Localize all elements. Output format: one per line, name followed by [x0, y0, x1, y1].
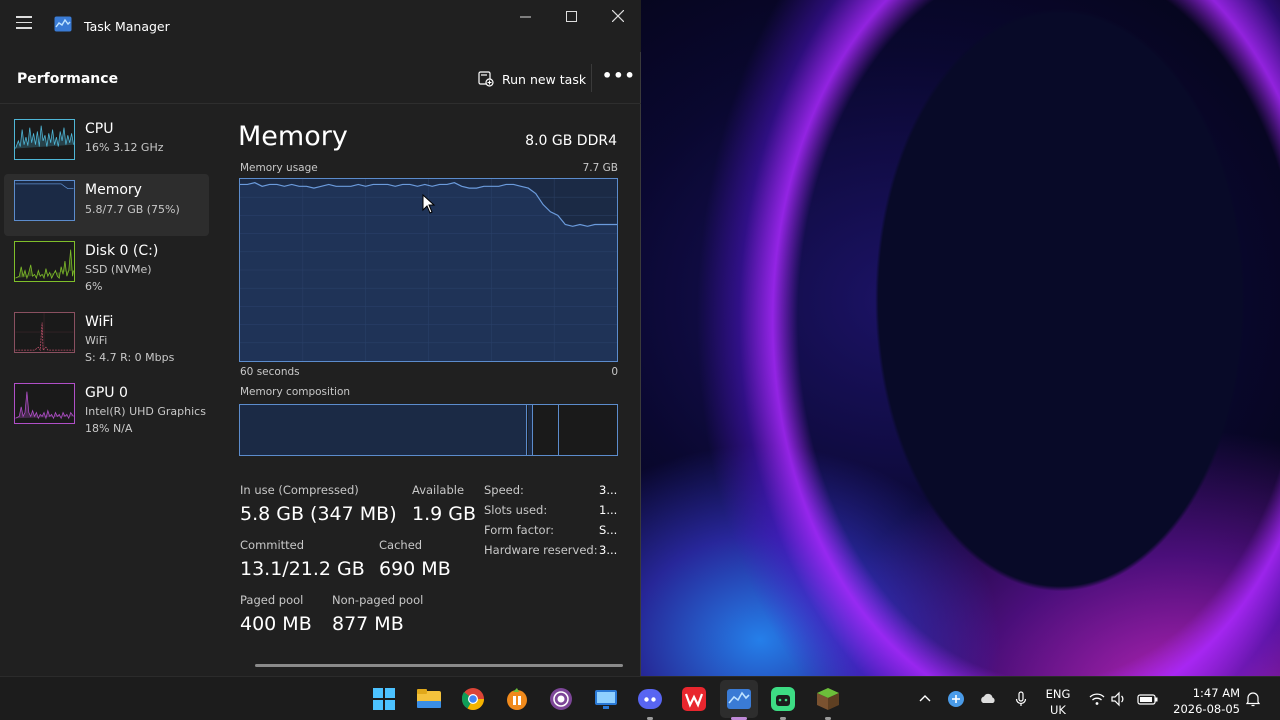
committed-label: Committed	[240, 538, 305, 552]
run-task-icon	[478, 71, 494, 87]
more-options-button[interactable]: •••	[602, 66, 635, 88]
sidebar-item-gpu[interactable]: GPU 0 Intel(R) UHD Graphics 18% N/A	[4, 377, 209, 439]
sidebar-item-disk[interactable]: Disk 0 (C:) SSD (NVMe) 6%	[4, 235, 209, 297]
sidebar-item-detail: 18% N/A	[85, 422, 133, 435]
run-new-task-button[interactable]: Run new task	[478, 68, 586, 90]
minimize-button[interactable]	[502, 0, 548, 32]
taskbar: ENG UK 1:47 AM 2026-08-05	[0, 676, 1280, 720]
sidebar-item-wifi[interactable]: WiFi WiFi S: 4.7 R: 0 Mbps	[4, 306, 209, 368]
memory-usage-max: 7.7 GB	[582, 162, 618, 174]
memory-composition-bar	[239, 404, 618, 456]
remote-desktop-icon[interactable]	[593, 686, 619, 712]
title-bar: Task Manager	[0, 0, 641, 52]
graph-time-start: 60 seconds	[240, 366, 300, 378]
graph-time-end: 0	[611, 366, 618, 378]
page-title: Performance	[17, 71, 119, 87]
non-paged-pool-label: Non-paged pool	[332, 593, 424, 607]
hardware-reserved-label: Hardware reserved:	[484, 543, 598, 557]
available-value: 1.9 GB	[412, 503, 477, 525]
volume-icon[interactable]	[1110, 690, 1128, 708]
language-indicator[interactable]: ENG	[1042, 687, 1074, 701]
speed-label: Speed:	[484, 483, 524, 497]
wifi-icon[interactable]	[1088, 690, 1106, 708]
close-button[interactable]	[595, 0, 641, 32]
disk-thumbnail-graph	[14, 241, 75, 282]
file-explorer-icon[interactable]	[416, 686, 442, 712]
mouse-cursor-icon	[422, 194, 436, 214]
minecraft-icon[interactable]	[815, 686, 841, 712]
discord-icon[interactable]	[637, 686, 663, 712]
sidebar-item-detail: S: 4.7 R: 0 Mbps	[85, 351, 175, 364]
paged-pool-label: Paged pool	[240, 593, 304, 607]
cloud-sync-icon[interactable]	[979, 690, 997, 708]
composition-modified	[528, 405, 533, 455]
header-divider	[591, 64, 592, 92]
cpu-thumbnail-graph	[14, 119, 75, 160]
wps-office-icon[interactable]	[681, 686, 707, 712]
speed-value: 3...	[599, 483, 618, 497]
clock-date[interactable]: 2026-08-05	[1162, 702, 1240, 716]
memory-thumbnail-graph	[14, 180, 75, 221]
sidebar-item-label: GPU 0	[85, 385, 128, 401]
non-paged-pool-value: 877 MB	[332, 613, 404, 635]
maximize-button[interactable]	[548, 0, 594, 32]
cached-value: 690 MB	[379, 558, 451, 580]
in-use-value: 5.8 GB (347 MB)	[240, 503, 397, 525]
menu-icon[interactable]	[16, 16, 32, 30]
sidebar-item-detail: WiFi	[85, 334, 108, 347]
form-factor-value: S...	[599, 523, 618, 537]
memory-composition-label: Memory composition	[240, 386, 351, 398]
horizontal-scrollbar[interactable]	[255, 664, 623, 667]
sidebar-item-detail: 6%	[85, 280, 103, 293]
close-icon	[612, 10, 624, 22]
wifi-thumbnail-graph	[14, 312, 75, 353]
gpu-thumbnail-graph	[14, 383, 75, 424]
notification-bell-icon[interactable]	[1244, 690, 1262, 708]
composition-standby	[534, 405, 559, 455]
memory-usage-label: Memory usage	[240, 162, 318, 174]
chrome-icon[interactable]	[460, 686, 486, 712]
sidebar-item-label: WiFi	[85, 314, 114, 330]
slots-used-value: 1...	[599, 503, 618, 517]
windows-start-icon[interactable]	[371, 686, 397, 712]
sidebar-item-detail: 16% 3.12 GHz	[85, 141, 164, 154]
app-title: Task Manager	[84, 19, 170, 34]
sidebar-item-label: Disk 0 (C:)	[85, 243, 159, 259]
sidebar-item-cpu[interactable]: CPU 16% 3.12 GHz	[4, 113, 209, 175]
sidebar-item-detail: SSD (NVMe)	[85, 263, 152, 276]
memory-type: 8.0 GB DDR4	[525, 133, 617, 149]
slots-used-label: Slots used:	[484, 503, 548, 517]
memory-title: Memory	[238, 121, 348, 152]
task-manager-app-icon	[54, 16, 72, 32]
sidebar-item-detail: 5.8/7.7 GB (75%)	[85, 203, 180, 216]
minimize-icon	[519, 16, 531, 17]
chevron-up-icon[interactable]	[916, 690, 934, 708]
fl-studio-icon[interactable]	[504, 686, 530, 712]
tor-browser-icon[interactable]	[548, 686, 574, 712]
cached-label: Cached	[379, 538, 423, 552]
hardware-reserved-value: 3...	[599, 543, 618, 557]
sidebar-item-detail: Intel(R) UHD Graphics	[85, 405, 206, 418]
page-header: Performance Run new task •••	[0, 52, 641, 104]
battery-charging-icon[interactable]	[1137, 690, 1159, 708]
in-use-label: In use (Compressed)	[240, 483, 359, 497]
android-app-icon[interactable]	[770, 686, 796, 712]
sidebar-item-label: CPU	[85, 121, 114, 137]
form-factor-label: Form factor:	[484, 523, 554, 537]
run-task-label: Run new task	[502, 71, 587, 87]
paged-pool-value: 400 MB	[240, 613, 312, 635]
sidebar-item-memory[interactable]: Memory 5.8/7.7 GB (75%)	[4, 174, 209, 236]
bluetooth-app-icon[interactable]	[947, 690, 965, 708]
available-label: Available	[412, 483, 465, 497]
sidebar-item-label: Memory	[85, 182, 142, 198]
composition-in-use	[240, 405, 527, 455]
maximize-icon	[565, 10, 577, 22]
committed-value: 13.1/21.2 GB	[240, 558, 365, 580]
task-manager-window: Task Manager Performance Run new task ••…	[0, 0, 641, 676]
keyboard-layout-indicator[interactable]: UK	[1042, 703, 1074, 717]
task-manager-taskbar-icon[interactable]	[726, 686, 752, 712]
clock-time[interactable]: 1:47 AM	[1170, 686, 1240, 700]
microphone-icon[interactable]	[1012, 690, 1030, 708]
